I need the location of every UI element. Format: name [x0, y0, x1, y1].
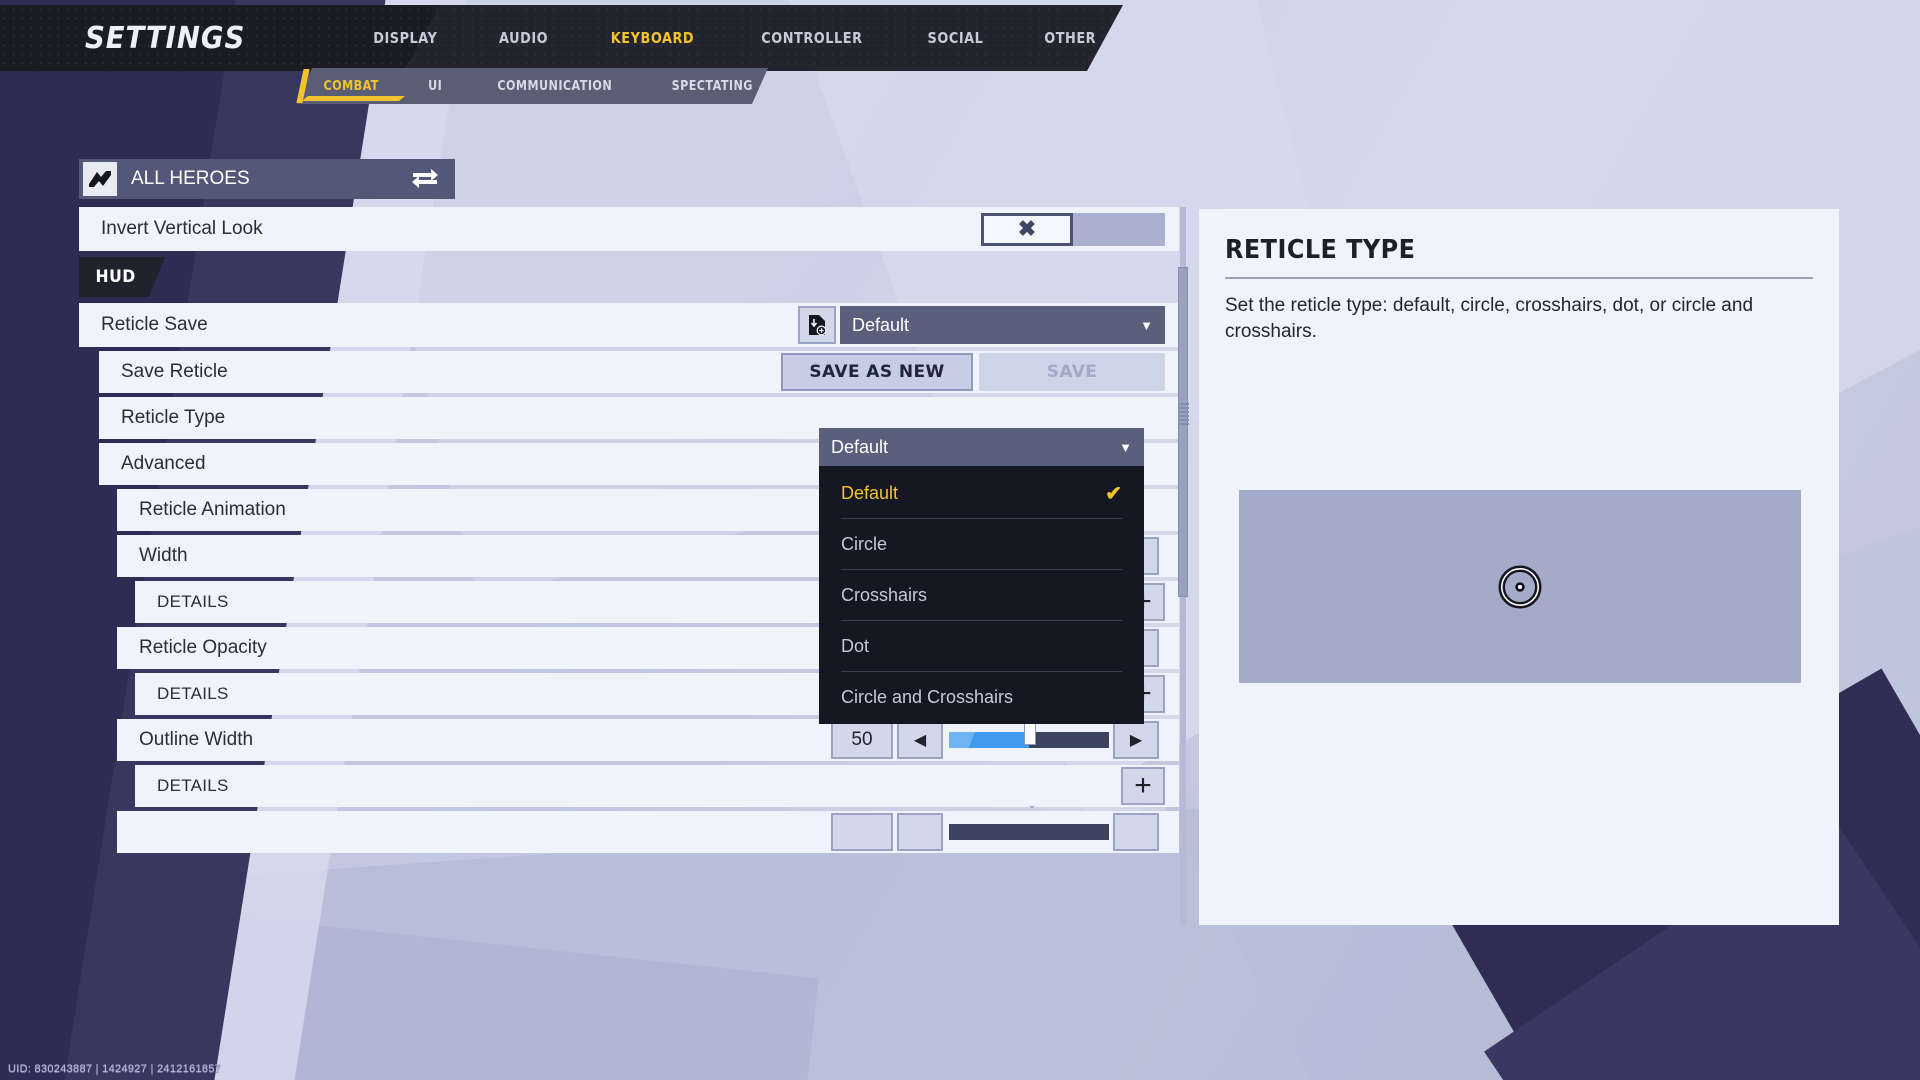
slider-fill	[949, 732, 1029, 748]
slider-track	[949, 824, 1109, 840]
check-icon: ✔	[1105, 482, 1122, 505]
row-reticle-save[interactable]: Reticle Save Default ▼	[79, 303, 1179, 347]
page-title: SETTINGS	[84, 20, 246, 56]
info-panel-divider	[1225, 277, 1813, 279]
chevron-down-icon: ▼	[1119, 439, 1132, 455]
tab-display[interactable]: DISPLAY	[351, 23, 460, 53]
outline-decrement-button[interactable]: ◀	[897, 721, 943, 759]
option-label: Circle and Crosshairs	[841, 686, 1014, 707]
dropdown-value: Default	[852, 314, 910, 335]
reticle-type-option-list: Default ✔ Circle Crosshairs Dot Circle a…	[819, 466, 1144, 724]
chevron-down-icon: ▼	[1140, 317, 1153, 333]
subtab-spectating[interactable]: SPECTATING	[653, 68, 772, 104]
hero-roster-icon	[83, 162, 117, 196]
row-label: Invert Vertical Look	[101, 218, 263, 239]
subtab-communication[interactable]: COMMUNICATION	[478, 68, 631, 104]
save-file-icon[interactable]	[798, 306, 836, 344]
subtab-ui[interactable]: UI	[410, 68, 462, 104]
scrollbar-thumb[interactable]	[1178, 267, 1189, 597]
hero-selector[interactable]: ALL HEROES	[79, 159, 455, 199]
hero-selector-label: ALL HEROES	[131, 168, 250, 189]
row-invert-vertical-look[interactable]: Invert Vertical Look ✖	[79, 207, 1179, 251]
option-label: Default	[841, 482, 899, 503]
outline-width-slider[interactable]: ⌄	[949, 708, 1109, 759]
option-label: Dot	[841, 635, 870, 656]
option-circle[interactable]: Circle	[819, 519, 1144, 569]
reticle-save-dropdown[interactable]: Default ▼	[840, 306, 1165, 344]
reticle-preview	[1239, 490, 1801, 683]
dropdown-value-text: Default	[831, 436, 889, 457]
partial-slider[interactable]: ⌄	[949, 800, 1109, 851]
option-label: Crosshairs	[841, 584, 928, 605]
partial-increment-button[interactable]	[1113, 813, 1159, 851]
row-partial-next[interactable]: ⌄	[117, 800, 1179, 853]
row-label: Outline Width	[139, 729, 254, 750]
swap-arrows-icon[interactable]	[411, 169, 439, 189]
option-dot[interactable]: Dot	[819, 621, 1144, 671]
info-panel-title: RETICLE TYPE	[1225, 235, 1416, 265]
tab-keyboard[interactable]: KEYBOARD	[588, 23, 716, 53]
invert-vertical-look-checkbox[interactable]: ✖	[981, 212, 1073, 246]
outline-width-value[interactable]: 50	[831, 721, 893, 759]
save-as-new-button[interactable]: SAVE AS NEW	[781, 353, 973, 391]
save-button[interactable]: SAVE	[979, 353, 1165, 391]
checkbox-fill	[1073, 212, 1165, 246]
info-panel: RETICLE TYPE Set the reticle type: defau…	[1199, 209, 1839, 925]
tab-controller[interactable]: CONTROLLER	[739, 23, 885, 53]
uid-text: UID: 830243887 | 1424927 | 2412161857	[8, 1063, 222, 1075]
info-panel-description: Set the reticle type: default, circle, c…	[1225, 295, 1754, 342]
settings-screen: SETTINGS DISPLAY AUDIO KEYBOARD CONTROLL…	[0, 0, 1920, 1080]
option-label: Circle	[841, 533, 888, 554]
option-default[interactable]: Default ✔	[819, 468, 1144, 518]
reticle-type-dropdown-value[interactable]: Default ▼	[819, 428, 1144, 466]
tab-social[interactable]: SOCIAL	[905, 23, 1006, 53]
settings-scrollbar[interactable]	[1178, 207, 1189, 925]
reticle-type-dropdown[interactable]: Default ▼ Default ✔ Circle Crosshairs Do…	[819, 428, 1144, 724]
outline-details-expand-button[interactable]: +	[1121, 767, 1165, 805]
partial-decrement-button[interactable]	[897, 813, 943, 851]
row-label: Reticle Save	[101, 314, 208, 335]
row-outline-details: DETAILS +	[135, 765, 1179, 807]
outline-increment-button[interactable]: ▶	[1113, 721, 1159, 759]
row-label: Reticle Type	[121, 407, 226, 428]
row-label: Reticle Opacity	[139, 637, 267, 658]
reticle-circle-dot-preview	[1498, 565, 1542, 608]
partial-value[interactable]	[831, 813, 893, 851]
slider-tick: ⌄	[1027, 799, 1037, 811]
option-crosshairs[interactable]: Crosshairs	[819, 570, 1144, 620]
section-header-hud: HUD	[79, 257, 1179, 297]
top-navigation-bar: SETTINGS DISPLAY AUDIO KEYBOARD CONTROLL…	[0, 5, 1123, 71]
outline-width-controls: 50 ◀ ⌄ ▶	[831, 708, 1159, 759]
row-outline-width[interactable]: Outline Width 50 ◀ ⌄ ▶	[117, 708, 1179, 761]
subtab-active-underline	[302, 96, 405, 101]
row-label: Width	[139, 545, 188, 566]
row-label: DETAILS	[157, 776, 229, 795]
scrollbar-grip	[1179, 403, 1189, 425]
tab-audio[interactable]: AUDIO	[476, 23, 570, 53]
option-circle-and-crosshairs[interactable]: Circle and Crosshairs	[819, 672, 1144, 722]
partial-controls: ⌄	[831, 800, 1159, 851]
row-save-reticle: Save Reticle SAVE AS NEW SAVE	[99, 351, 1179, 393]
row-label: Save Reticle	[121, 361, 228, 382]
check-x-icon: ✖	[1017, 216, 1037, 241]
